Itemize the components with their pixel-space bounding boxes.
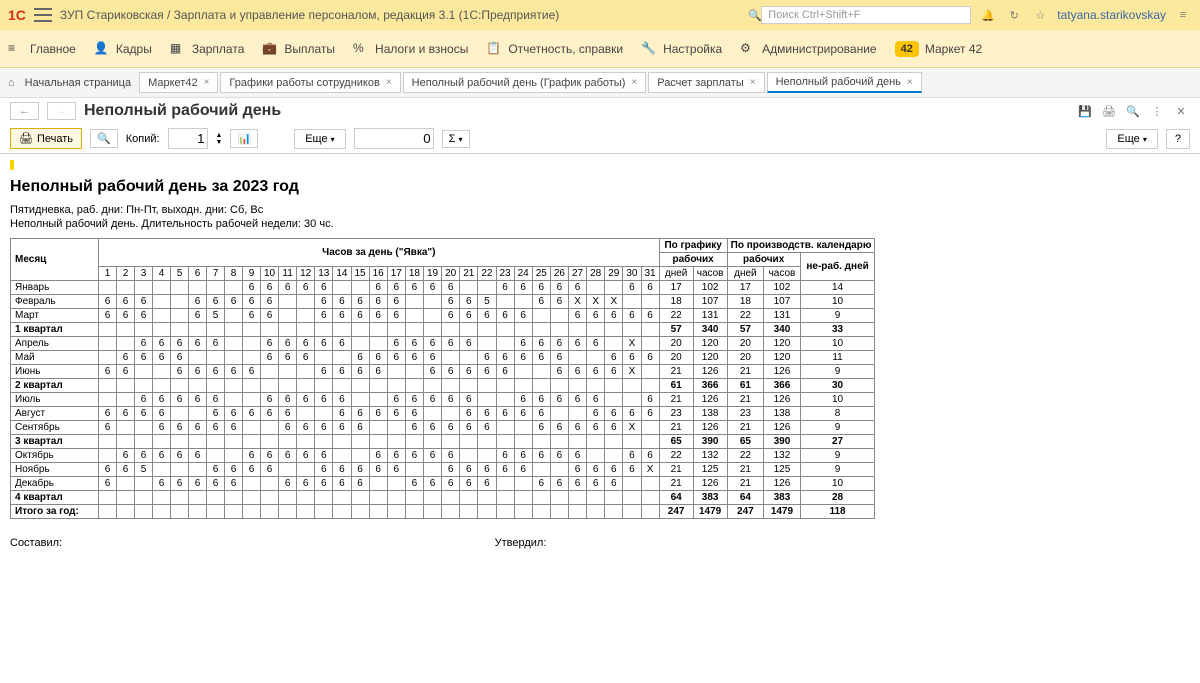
nav-item-1[interactable]: 👤Кадры <box>94 41 152 57</box>
nav-item-4[interactable]: %Налоги и взносы <box>353 41 468 57</box>
table-row: 3 квартал653906539027 <box>11 435 875 449</box>
report-line2: Неполный рабочий день. Длительность рабо… <box>10 218 875 230</box>
tab-close-icon[interactable]: × <box>907 77 913 88</box>
step-up-icon[interactable]: ▲ <box>216 132 223 139</box>
number-input[interactable] <box>354 128 434 149</box>
nav-item-6[interactable]: 🔧Настройка <box>641 41 722 57</box>
settings-icon[interactable]: ≡ <box>1174 6 1192 24</box>
tab-1[interactable]: Графики работы сотрудников× <box>220 72 400 93</box>
home-icon[interactable]: ⌂ <box>8 77 15 89</box>
nav-icon-0: ≡ <box>8 41 24 57</box>
table-row: Август6666666666666666666666623138231388 <box>11 407 875 421</box>
table-row: Ноябрь665666666666666666666X21125211259 <box>11 463 875 477</box>
nav-item-3[interactable]: 💼Выплаты <box>262 41 335 57</box>
menu-icon[interactable] <box>34 8 52 22</box>
nav-item-8[interactable]: 42Маркет 42 <box>895 41 983 57</box>
app-title: ЗУП Стариковская / Зарплата и управление… <box>60 8 753 22</box>
table-row: Июнь66666666666666666666X21126211269 <box>11 365 875 379</box>
preview-button[interactable]: 🔍 <box>90 129 118 148</box>
table-row: Январь66666666666666666171021710214 <box>11 281 875 295</box>
close-icon[interactable]: ✕ <box>1172 102 1190 120</box>
more-right-button[interactable]: Еще ▾ <box>1106 129 1157 149</box>
step-down-icon[interactable]: ▼ <box>216 139 223 146</box>
tab-2[interactable]: Неполный рабочий день (График работы)× <box>403 72 647 93</box>
table-row: Октябрь666666666666666666666622132221329 <box>11 449 875 463</box>
sigma-button[interactable]: Σ ▾ <box>442 130 470 148</box>
username-link[interactable]: tatyana.starikovskay <box>1057 8 1166 22</box>
tab-close-icon[interactable]: × <box>631 77 637 88</box>
edit-button[interactable]: 📊 <box>230 129 258 148</box>
table-row: Июль666666666666666666666211262112610 <box>11 393 875 407</box>
table-row: 1 квартал573405734033 <box>11 323 875 337</box>
help-button[interactable]: ? <box>1166 129 1190 149</box>
nav-item-7[interactable]: ⚙Администрирование <box>740 41 876 57</box>
nav-icon-2: ▦ <box>170 41 186 57</box>
tab-3[interactable]: Расчет зарплаты× <box>648 72 764 93</box>
find-icon[interactable]: 🔍 <box>1124 102 1142 120</box>
table-row: 4 квартал643836438328 <box>11 491 875 505</box>
back-button[interactable]: ← <box>10 102 39 120</box>
nav-icon-4: % <box>353 41 369 57</box>
kebab-icon[interactable]: ⋮ <box>1148 102 1166 120</box>
star-icon[interactable]: ☆ <box>1031 6 1049 24</box>
tab-close-icon[interactable]: × <box>204 77 210 88</box>
table-row: Апрель66666666666666666666X201202012010 <box>11 337 875 351</box>
save-icon[interactable]: 💾 <box>1076 102 1094 120</box>
print-icon[interactable]: 🖨 <box>1100 102 1118 120</box>
table-row: Декабрь666666666666666666666211262112610 <box>11 477 875 491</box>
app-logo-icon: 1C <box>8 7 26 23</box>
table-row: Март666656666666666666666622131221319 <box>11 309 875 323</box>
tab-0[interactable]: Маркет42× <box>139 72 218 93</box>
table-row: 2 квартал613666136630 <box>11 379 875 393</box>
compiled-by-label: Составил: <box>10 537 495 549</box>
nav-icon-5: 📋 <box>486 41 502 57</box>
market-badge: 42 <box>895 41 919 57</box>
table-row: Сентябрь666666666666666666666X2112621126… <box>11 421 875 435</box>
nav-icon-7: ⚙ <box>740 41 756 57</box>
page-title: Неполный рабочий день <box>84 102 281 120</box>
tab-4[interactable]: Неполный рабочий день× <box>767 72 922 93</box>
more-button[interactable]: Еще ▾ <box>294 129 345 149</box>
report-line1: Пятидневка, раб. дни: Пн-Пт, выходн. дни… <box>10 204 875 216</box>
report-title: Неполный рабочий день за 2023 год <box>10 178 875 196</box>
nav-icon-3: 💼 <box>262 41 278 57</box>
calendar-table: Месяц Часов за день ("Явка") По графику … <box>10 238 875 519</box>
history-icon[interactable]: ↻ <box>1005 6 1023 24</box>
nav-item-5[interactable]: 📋Отчетность, справки <box>486 41 623 57</box>
copies-input[interactable] <box>168 128 208 149</box>
nav-icon-1: 👤 <box>94 41 110 57</box>
table-row: Февраль666666666666666566XXX181071810710 <box>11 295 875 309</box>
nav-item-0[interactable]: ≡Главное <box>8 41 76 57</box>
copies-label: Копий: <box>126 133 160 145</box>
tab-close-icon[interactable]: × <box>750 77 756 88</box>
tab-close-icon[interactable]: × <box>386 77 392 88</box>
forward-button[interactable]: → <box>47 102 76 120</box>
nav-icon-6: 🔧 <box>641 41 657 57</box>
start-page-link[interactable]: Начальная страница <box>19 74 137 92</box>
bell-icon[interactable]: 🔔 <box>979 6 997 24</box>
nav-item-2[interactable]: ▦Зарплата <box>170 41 245 57</box>
print-button[interactable]: 🖨 Печать <box>10 128 82 149</box>
approved-by-label: Утвердил: <box>495 537 876 549</box>
table-row: Май66666666666666666666201202012011 <box>11 351 875 365</box>
search-input[interactable]: 🔍 Поиск Ctrl+Shift+F <box>761 6 971 24</box>
printer-icon: 🖨 <box>19 132 33 145</box>
table-row: Итого за год:24714792471479118 <box>11 505 875 519</box>
